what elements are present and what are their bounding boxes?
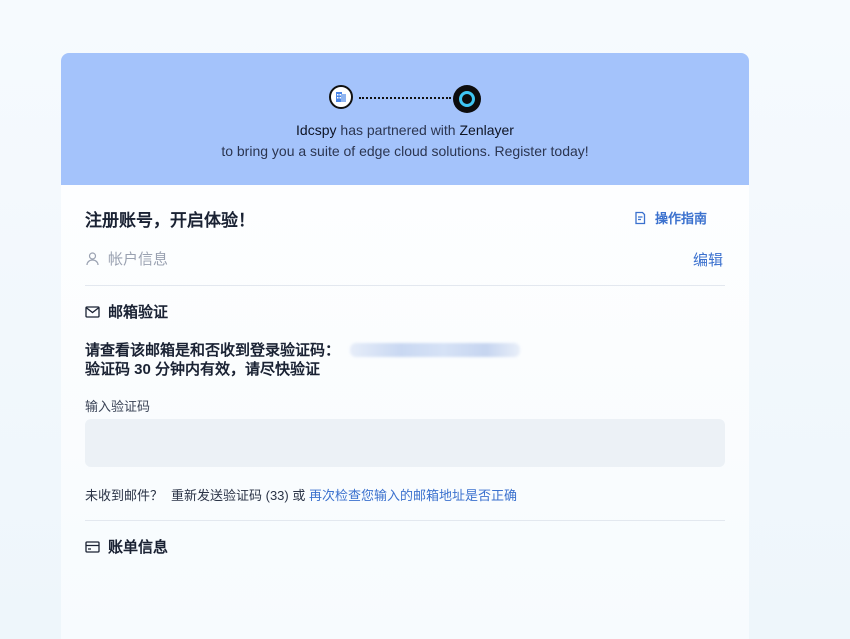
document-icon [633,211,647,225]
page-title: 注册账号，开启体验！ [85,211,255,230]
partner-a-name: Idcspy [296,122,337,138]
account-info-label: 帐户信息 [108,251,169,268]
banner-tagline: to bring you a suite of edge cloud solut… [221,143,589,159]
partnership-text: Idcspy has partnered with Zenlayer [61,122,749,138]
guide-label: 操作指南 [655,211,708,226]
verification-code-input[interactable] [85,419,725,467]
guide-link[interactable]: 操作指南 [633,208,707,227]
divider [85,520,725,521]
check-email-text: 请查看该邮箱是和否收到登录验证码： [85,342,341,359]
credit-card-icon [85,540,100,553]
edit-account-button[interactable]: 编辑 [693,249,723,270]
divider [85,285,725,286]
mail-icon [85,305,100,318]
code-field-label: 输入验证码 [85,399,151,414]
partner-connector-text: has partnered with [340,122,456,138]
email-verify-label: 邮箱验证 [108,304,169,321]
recheck-email-link[interactable]: 再次检查您输入的邮箱地址是否正确 [309,488,517,503]
partner-b-name: Zenlayer [459,122,514,138]
idcspy-logo-icon [329,85,353,109]
or-text: 或 [292,488,306,503]
zenlayer-logo-icon [453,85,481,113]
email-verify-section: 邮箱验证 [85,301,168,322]
partnership-connector [359,97,451,99]
account-info-section: 帐户信息 [85,248,168,269]
registration-card: Idcspy has partnered with Zenlayer to br… [61,53,749,639]
user-icon [85,251,100,266]
resend-row: 未收到邮件？ 重新发送验证码 (33) 或 再次检查您输入的邮箱地址是否正确 [85,485,517,504]
resend-code-button[interactable]: 重新发送验证码 (33) [171,488,289,503]
validity-note: 验证码 30 分钟内有效，请尽快验证 [85,361,321,378]
redacted-email [350,342,521,357]
billing-info-label: 账单信息 [108,539,169,556]
not-received-text: 未收到邮件？ [85,488,164,503]
billing-info-section: 账单信息 [85,536,168,557]
partner-banner: Idcspy has partnered with Zenlayer to br… [61,53,749,185]
check-email-prompt: 请查看该邮箱是和否收到登录验证码： [85,339,521,360]
